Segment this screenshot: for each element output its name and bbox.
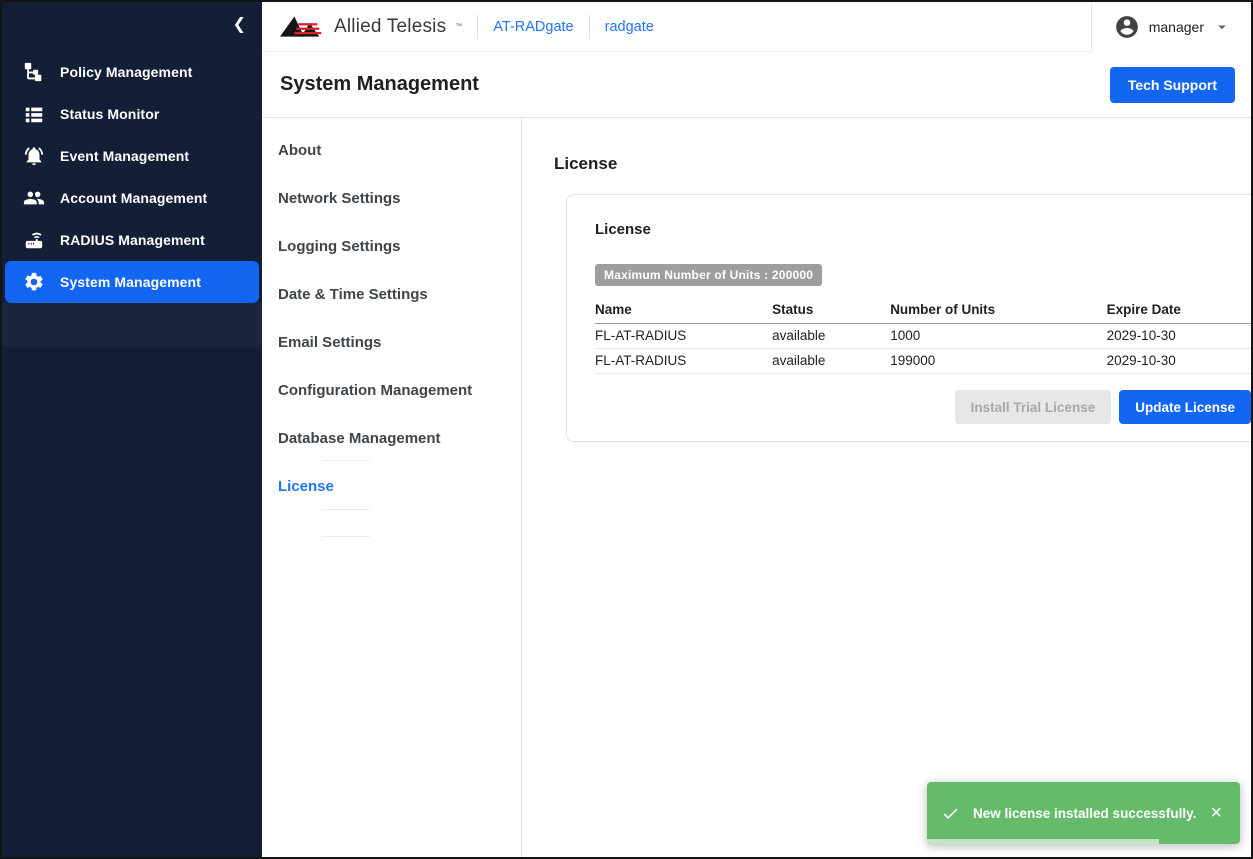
table-cell: 2029-10-30 <box>1107 349 1251 374</box>
column-header-expire-date: Expire Date <box>1107 299 1251 324</box>
table-cell: 1000 <box>890 324 1106 349</box>
toast-message: New license installed successfully. <box>973 806 1206 821</box>
toast-close-icon[interactable]: × <box>1206 801 1226 825</box>
sidebar-collapse-icon[interactable]: ❮ <box>233 17 246 33</box>
nav-link-radgate[interactable]: radgate <box>605 19 654 35</box>
card-button-row: Install Trial License Update License <box>595 390 1251 424</box>
subnav-item-database-management[interactable]: Database Management <box>262 414 521 462</box>
table-cell: 2029-10-30 <box>1107 324 1251 349</box>
settings-subnav: AboutNetwork SettingsLogging SettingsDat… <box>262 118 522 857</box>
skeleton-line <box>322 509 370 510</box>
column-header-status: Status <box>772 299 890 324</box>
sidebar-submenu-shade <box>2 303 262 347</box>
tech-support-button[interactable]: Tech Support <box>1110 67 1235 103</box>
sidebar-item-status-monitor[interactable]: Status Monitor <box>5 93 259 135</box>
sidebar-item-label: RADIUS Management <box>60 232 205 248</box>
install-trial-license-button[interactable]: Install Trial License <box>955 390 1112 424</box>
nav-link-at-radgate[interactable]: AT-RADgate <box>493 19 573 35</box>
success-toast: New license installed successfully. × <box>927 782 1240 844</box>
subnav-item-license[interactable]: License <box>262 462 521 510</box>
check-icon <box>941 804 960 823</box>
table-row: FL-AT-RADIUSavailable1990002029-10-30 <box>595 349 1251 374</box>
sidebar-item-label: System Management <box>60 274 201 290</box>
toast-progress-bar <box>927 839 1159 844</box>
sidebar-item-label: Status Monitor <box>60 106 159 122</box>
top-header: Allied Telesis ™ AT-RADgate radgate manag… <box>262 2 1251 52</box>
logo-trademark: ™ <box>455 23 462 30</box>
sidebar-item-radius-management[interactable]: RADIUS Management <box>5 219 259 261</box>
subnav-list: AboutNetwork SettingsLogging SettingsDat… <box>262 126 521 510</box>
license-table: NameStatusNumber of UnitsExpire Date FL-… <box>595 299 1251 374</box>
status-list-icon <box>22 102 46 126</box>
table-cell: available <box>772 349 890 374</box>
skeleton-line <box>322 460 370 461</box>
subnav-item-configuration-management[interactable]: Configuration Management <box>262 366 521 414</box>
logo-text: Allied Telesis <box>334 16 446 38</box>
max-units-badge: Maximum Number of Units : 200000 <box>595 264 822 286</box>
header-divider <box>589 15 590 39</box>
sidebar-item-policy-management[interactable]: Policy Management <box>5 51 259 93</box>
sidebar-item-system-management[interactable]: System Management <box>5 261 259 303</box>
column-header-name: Name <box>595 299 772 324</box>
page-title: System Management <box>280 73 479 96</box>
sidebar-item-label: Policy Management <box>60 64 192 80</box>
router-icon <box>22 228 46 252</box>
license-table-header-row: NameStatusNumber of UnitsExpire Date <box>595 299 1251 324</box>
user-menu[interactable]: manager <box>1091 2 1251 52</box>
user-name: manager <box>1149 19 1204 35</box>
subnav-item-network-settings[interactable]: Network Settings <box>262 174 521 222</box>
subnav-item-date-time-settings[interactable]: Date & Time Settings <box>262 270 521 318</box>
main-content: License License Maximum Number of Units … <box>522 118 1251 857</box>
license-card: License Maximum Number of Units : 200000… <box>566 194 1253 442</box>
subnav-item-about[interactable]: About <box>262 126 521 174</box>
table-cell: FL-AT-RADIUS <box>595 349 772 374</box>
bell-icon <box>22 144 46 168</box>
sidebar-item-account-management[interactable]: Account Management <box>5 177 259 219</box>
column-header-number-of-units: Number of Units <box>890 299 1106 324</box>
table-row: FL-AT-RADIUSavailable10002029-10-30 <box>595 324 1251 349</box>
sidebar-item-event-management[interactable]: Event Management <box>5 135 259 177</box>
app-window: ❮ Policy Management Status Monitor Event M… <box>0 0 1253 859</box>
gear-icon <box>22 270 46 294</box>
account-circle-icon <box>1114 14 1140 40</box>
subnav-item-email-settings[interactable]: Email Settings <box>262 318 521 366</box>
sidebar-item-label: Event Management <box>60 148 189 164</box>
sidebar-item-label: Account Management <box>60 190 207 206</box>
license-card-title: License <box>595 221 1251 238</box>
title-bar: System Management Tech Support <box>262 52 1251 118</box>
table-cell: available <box>772 324 890 349</box>
license-heading: License <box>554 154 1251 174</box>
update-license-button[interactable]: Update License <box>1119 390 1251 424</box>
table-cell: 199000 <box>890 349 1106 374</box>
skeleton-line <box>322 536 370 537</box>
header-divider <box>477 15 478 39</box>
subnav-item-logging-settings[interactable]: Logging Settings <box>262 222 521 270</box>
sidebar-menu: Policy Management Status Monitor Event Man… <box>2 51 262 303</box>
allied-telesis-logo: Allied Telesis ™ <box>280 14 462 40</box>
chevron-down-icon <box>1213 18 1231 36</box>
group-icon <box>22 186 46 210</box>
table-cell: FL-AT-RADIUS <box>595 324 772 349</box>
sidebar: ❮ Policy Management Status Monitor Event M… <box>2 2 262 857</box>
policy-tree-icon <box>22 60 46 84</box>
allied-telesis-logo-icon <box>280 14 326 40</box>
